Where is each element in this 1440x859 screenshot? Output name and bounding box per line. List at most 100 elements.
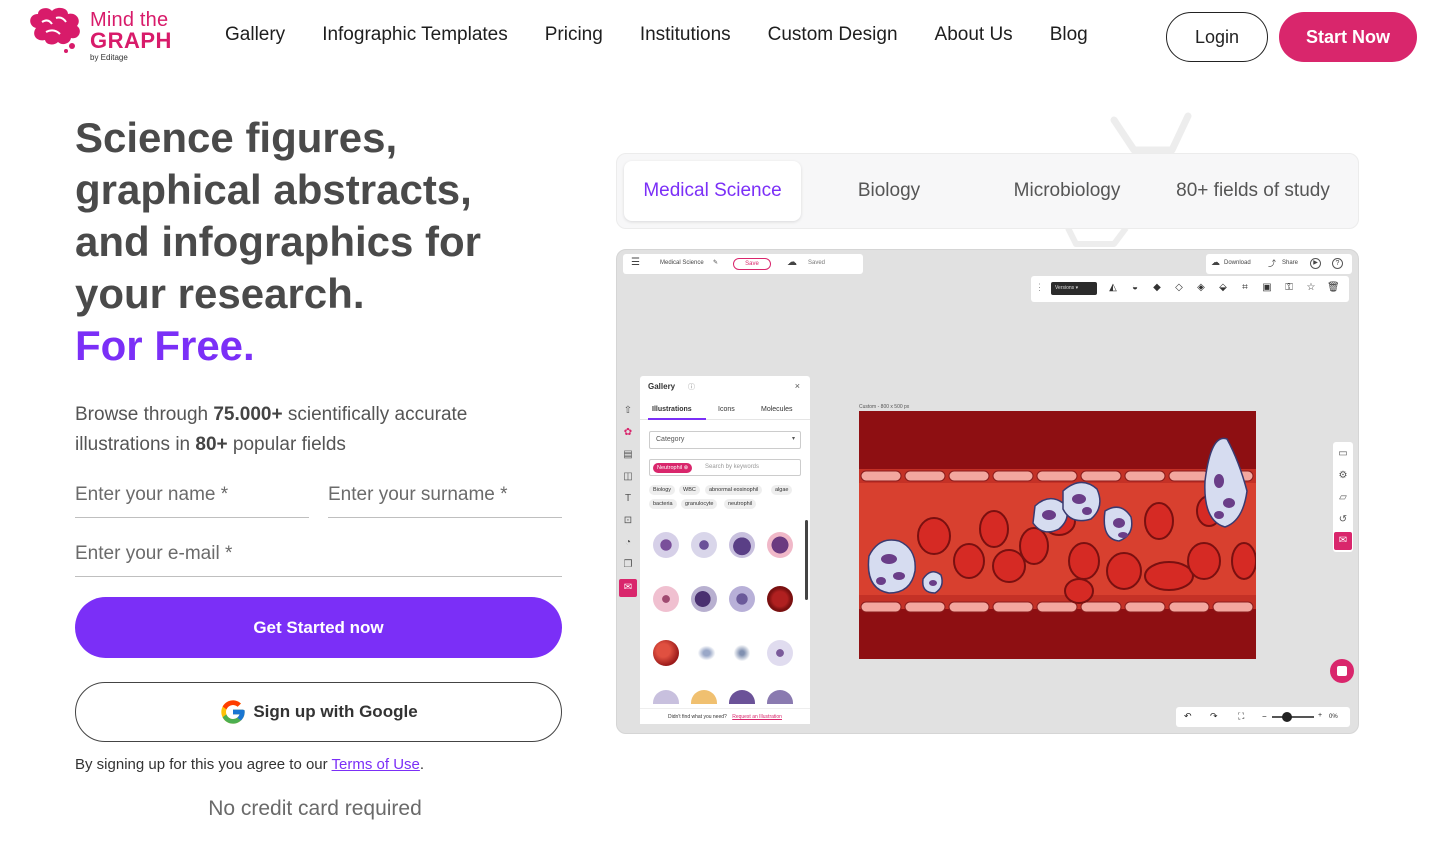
active-filter-chip[interactable]: Neutrophil ⊗ [653,463,693,473]
keyword-chip[interactable]: bacteria [649,499,677,509]
lock-icon[interactable]: ⚿ [1283,282,1295,294]
keyword-chip[interactable]: algae [771,485,793,495]
tab-medical-science[interactable]: Medical Science [624,161,801,221]
resize-icon[interactable]: ▣ [1261,282,1273,294]
tab-80-fields[interactable]: 80+ fields of study [1163,161,1343,221]
cell-thumbnail[interactable] [767,690,793,704]
chart-icon[interactable]: ◔ [622,537,634,549]
edit-icon[interactable]: ✎ [713,259,718,266]
gallery-tab-molecules[interactable]: Molecules [761,406,793,413]
drag-handle-icon[interactable]: ⋮ [1035,282,1044,293]
cell-thumbnail[interactable] [729,640,755,666]
cell-thumbnail[interactable] [691,532,717,558]
cell-thumbnail[interactable] [691,640,717,666]
support-chat-button[interactable] [1330,659,1354,683]
bring-forward-icon[interactable]: ◇ [1173,282,1185,294]
templates-icon[interactable]: ▤ [622,449,634,461]
cell-thumbnail[interactable] [691,586,717,612]
gallery-scrollbar[interactable] [805,520,808,600]
brand-logo[interactable]: Mind the GRAPH by Editage [26,6,186,66]
menu-icon[interactable]: ☰ [631,258,640,268]
nav-institutions[interactable]: Institutions [640,24,731,46]
nav-blog[interactable]: Blog [1050,24,1088,46]
fit-screen-icon[interactable]: ⛶ [1238,711,1244,722]
zoom-in-icon[interactable]: + [1318,712,1322,719]
category-select[interactable]: Category ▾ [649,431,801,449]
gallery-panel: Gallery ⓘ × Illustrations Icons Molecule… [640,376,810,724]
decorative-stand-shape [1110,112,1192,154]
tab-microbiology[interactable]: Microbiology [987,161,1147,221]
play-icon[interactable]: ▶ [1310,258,1321,269]
cell-thumbnail[interactable] [653,532,679,558]
send-backward-icon[interactable]: ◈ [1195,282,1207,294]
opacity-icon[interactable]: ◒ [1129,282,1141,294]
zoom-out-icon[interactable]: − [1262,712,1267,721]
surname-field-placeholder: Enter your surname * [328,484,508,505]
save-button[interactable]: Save [733,258,771,270]
cell-thumbnail[interactable] [729,532,755,558]
keyword-chip[interactable]: WBC [679,485,700,495]
feedback-icon[interactable]: ✉ [619,579,637,597]
google-signup-button[interactable]: Sign up with Google [75,682,562,742]
canvas-artwork[interactable] [859,411,1256,659]
chat-icon[interactable]: ▱ [1337,492,1349,504]
trash-icon[interactable]: 🗑 [1327,282,1340,294]
feedback-icon[interactable]: ✉ [1334,532,1352,550]
cell-thumbnail[interactable] [729,586,755,612]
bring-front-icon[interactable]: ◆ [1151,282,1163,294]
cell-thumbnail[interactable] [691,690,717,704]
login-button[interactable]: Login [1166,12,1268,62]
cell-thumbnail[interactable] [767,640,793,666]
zoom-slider[interactable] [1272,716,1314,718]
editor-right-icons: ▭ ⚙ ▱ ↺ ✉ [1333,442,1353,552]
gallery-help-icon[interactable]: ⓘ [688,382,695,392]
undo-icon[interactable]: ↶ [1184,711,1192,722]
tab-biology[interactable]: Biology [807,161,971,221]
keyword-chip[interactable]: abnormal eosinophil [705,485,763,495]
cell-thumbnail[interactable] [653,640,679,666]
shapes-icon[interactable]: ◫ [622,471,634,483]
keyword-chip[interactable]: granulocyte [681,499,718,509]
send-back-icon[interactable]: ⬙ [1217,282,1229,294]
crop-icon[interactable]: ⌗ [1239,282,1251,294]
terms-of-use-link[interactable]: Terms of Use [332,756,420,773]
share-button[interactable]: Share [1282,260,1298,266]
close-icon[interactable]: × [795,381,800,391]
nav-custom-design[interactable]: Custom Design [768,24,898,46]
get-started-button[interactable]: Get Started now [75,597,562,658]
nav-pricing[interactable]: Pricing [545,24,603,46]
nav-about-us[interactable]: About Us [935,24,1013,46]
upload-icon[interactable]: ⇧ [622,405,634,417]
gallery-tab-illustrations[interactable]: Illustrations [652,406,692,413]
request-illustration-link[interactable]: Request an Illustration [732,714,782,720]
cell-thumbnail[interactable] [767,586,793,612]
gallery-tab-icons[interactable]: Icons [718,406,735,413]
name-field[interactable]: Enter your name * [75,478,309,518]
flip-icon[interactable]: ◭ [1107,282,1119,294]
settings-icon[interactable]: ⚙ [1337,470,1349,482]
layers-icon[interactable]: ❐ [622,559,634,571]
gallery-search[interactable]: Neutrophil ⊗ Search by keywords [649,459,801,476]
start-now-button[interactable]: Start Now [1279,12,1417,62]
keyword-chip[interactable]: Biology [649,485,676,495]
versions-select[interactable]: Versions ▾ [1051,282,1097,295]
text-icon[interactable]: T [622,493,634,505]
cell-thumbnail[interactable] [729,690,755,704]
download-button[interactable]: Download [1224,260,1251,266]
keyword-chip[interactable]: neutrophil [724,499,757,509]
comment-icon[interactable]: ▭ [1337,448,1349,460]
nav-gallery[interactable]: Gallery [225,24,285,46]
gallery-icon[interactable]: ✿ [622,427,634,439]
history-icon[interactable]: ↺ [1337,514,1349,526]
cell-thumbnail[interactable] [767,532,793,558]
cell-thumbnail[interactable] [653,690,679,704]
cell-thumbnail[interactable] [653,586,679,612]
zoom-slider-handle[interactable] [1282,712,1292,722]
help-icon[interactable]: ? [1332,258,1343,269]
redo-icon[interactable]: ↷ [1210,711,1218,722]
nav-infographic-templates[interactable]: Infographic Templates [322,24,508,46]
email-field[interactable]: Enter your e-mail * [75,537,562,577]
star-icon[interactable]: ☆ [1305,282,1317,294]
ai-icon[interactable]: ⊡ [622,515,634,527]
surname-field[interactable]: Enter your surname * [328,478,562,518]
